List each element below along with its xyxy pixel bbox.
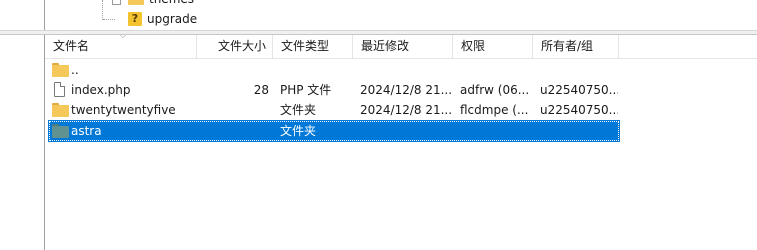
folder-icon bbox=[52, 62, 69, 78]
file-list-header: 文件名 文件大小 文件类型 最近修改 权限 所有者/组 bbox=[45, 35, 757, 59]
file-row[interactable]: index.php 28 PHP 文件 2024/12/8 21... adfr… bbox=[49, 80, 619, 100]
file-size: 28 bbox=[253, 83, 269, 97]
list-border bbox=[44, 35, 45, 250]
file-name: .. bbox=[71, 63, 79, 77]
tree-node-upgrade[interactable]: ? upgrade bbox=[128, 10, 197, 28]
folder-icon bbox=[52, 123, 69, 139]
column-header-filesize[interactable]: 文件大小 bbox=[197, 35, 273, 58]
file-permissions: adfrw (06... bbox=[460, 83, 530, 97]
folder-icon bbox=[52, 102, 69, 118]
tree-node-label: themes bbox=[149, 0, 194, 6]
file-icon bbox=[52, 82, 69, 98]
file-permissions: flcdmpe (... bbox=[460, 103, 529, 117]
sort-indicator-icon: ⌵ bbox=[120, 31, 127, 40]
column-header-owner[interactable]: 所有者/组 bbox=[533, 35, 619, 58]
file-row-selected[interactable]: astra 文件夹 bbox=[48, 120, 620, 142]
ftp-client-panel: themes ? upgrade 文件名 文件大小 文件类型 最近修改 权限 所… bbox=[0, 0, 757, 250]
tree-node-label: upgrade bbox=[147, 12, 198, 26]
column-header-modified[interactable]: 最近修改 bbox=[353, 35, 453, 58]
column-header-permissions[interactable]: 权限 bbox=[453, 35, 533, 58]
file-modified: 2024/12/8 21... bbox=[360, 103, 453, 117]
remote-directory-tree: themes ? upgrade bbox=[0, 0, 757, 30]
file-name: astra bbox=[71, 124, 102, 138]
file-name: index.php bbox=[71, 83, 131, 97]
expand-toggle[interactable] bbox=[112, 0, 121, 5]
file-row-parent[interactable]: .. bbox=[49, 60, 619, 80]
file-owner: u22540750... bbox=[540, 103, 618, 117]
file-modified: 2024/12/8 21... bbox=[360, 83, 453, 97]
file-row[interactable]: twentytwentyfive 文件夹 2024/12/8 21... flc… bbox=[49, 100, 619, 120]
tree-guide-line bbox=[102, 0, 103, 20]
file-type: PHP 文件 bbox=[280, 83, 332, 97]
question-icon: ? bbox=[128, 12, 142, 26]
file-name: twentytwentyfive bbox=[71, 103, 176, 117]
tree-guide-line bbox=[103, 19, 115, 20]
tree-node-themes[interactable]: themes bbox=[128, 0, 194, 8]
folder-icon bbox=[128, 0, 144, 5]
file-type: 文件夹 bbox=[280, 103, 317, 117]
column-header-filetype[interactable]: 文件类型 bbox=[273, 35, 353, 58]
tree-border bbox=[44, 0, 45, 30]
remote-file-list: 文件名 文件大小 文件类型 最近修改 权限 所有者/组 ⌵ .. index.p… bbox=[0, 31, 757, 250]
file-type: 文件夹 bbox=[280, 124, 317, 138]
file-owner: u22540750... bbox=[540, 83, 618, 97]
